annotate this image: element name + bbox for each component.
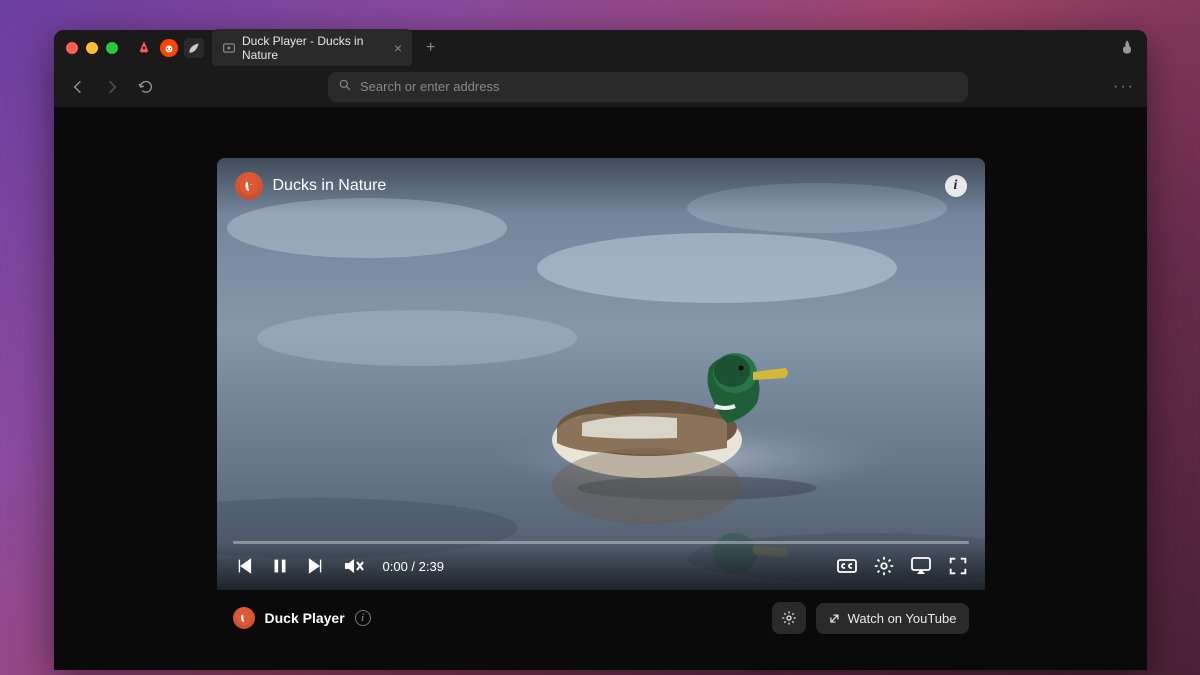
- pinned-site-other[interactable]: [184, 38, 204, 58]
- back-button[interactable]: [66, 75, 90, 99]
- fullscreen-button[interactable]: [947, 555, 969, 577]
- pinned-sites: [134, 38, 204, 58]
- watch-external-label: Watch on YouTube: [848, 611, 957, 626]
- airbnb-icon: [136, 40, 152, 56]
- time-display: 0:00 / 2:39: [383, 559, 444, 574]
- gear-icon: [781, 610, 797, 626]
- active-tab[interactable]: Duck Player - Ducks in Nature ×: [212, 29, 412, 67]
- address-input[interactable]: [360, 79, 958, 94]
- tab-title: Duck Player - Ducks in Nature: [242, 34, 388, 62]
- forward-button[interactable]: [100, 75, 124, 99]
- player-settings-button[interactable]: [772, 602, 806, 634]
- next-button[interactable]: [305, 555, 327, 577]
- page-content: Ducks in Nature i: [54, 108, 1147, 670]
- video-info-button[interactable]: i: [945, 175, 967, 197]
- duration: 2:39: [419, 559, 444, 574]
- airplay-button[interactable]: [909, 554, 933, 578]
- new-tab-button[interactable]: +: [420, 39, 441, 57]
- pinned-site-reddit[interactable]: [160, 39, 178, 57]
- reload-button[interactable]: [134, 75, 158, 99]
- address-bar[interactable]: [328, 72, 968, 102]
- pause-button[interactable]: [269, 555, 291, 577]
- fire-button[interactable]: [1119, 39, 1135, 58]
- close-window-button[interactable]: [66, 42, 78, 54]
- duckduckgo-logo-small-icon: [233, 607, 255, 629]
- video-title: Ducks in Nature: [273, 177, 387, 195]
- video-title-overlay: Ducks in Nature i: [217, 158, 985, 214]
- search-icon: [338, 78, 352, 95]
- window-controls: [66, 42, 118, 54]
- maximize-window-button[interactable]: [106, 42, 118, 54]
- watch-on-youtube-button[interactable]: Watch on YouTube: [816, 603, 969, 634]
- previous-button[interactable]: [233, 555, 255, 577]
- toolbar: ···: [54, 66, 1147, 108]
- minimize-window-button[interactable]: [86, 42, 98, 54]
- current-time: 0:00: [383, 559, 408, 574]
- reddit-icon: [163, 42, 175, 54]
- more-menu-button[interactable]: ···: [1113, 78, 1135, 96]
- leaf-icon: [187, 41, 201, 55]
- titlebar: Duck Player - Ducks in Nature × +: [54, 30, 1147, 66]
- external-link-icon: [828, 611, 842, 625]
- duckduckgo-logo-icon: [235, 172, 263, 200]
- video-still-image: [217, 158, 985, 590]
- tab-favicon-icon: [222, 41, 236, 55]
- settings-button[interactable]: [873, 555, 895, 577]
- captions-button[interactable]: [835, 554, 859, 578]
- video-frame: [217, 158, 985, 590]
- player-info-button[interactable]: i: [355, 610, 371, 626]
- video-controls: 0:00 / 2:39: [217, 541, 985, 590]
- player-footer: Duck Player i Watch on YouTube: [217, 590, 985, 646]
- progress-bar[interactable]: [233, 541, 969, 544]
- mute-button[interactable]: [341, 554, 365, 578]
- pinned-site-airbnb[interactable]: [134, 38, 154, 58]
- player-name-label: Duck Player: [265, 610, 345, 626]
- video-player[interactable]: Ducks in Nature i: [217, 158, 985, 590]
- tab-close-button[interactable]: ×: [394, 40, 402, 56]
- browser-window: Duck Player - Ducks in Nature × + ···: [54, 30, 1147, 670]
- video-player-container: Ducks in Nature i: [217, 158, 985, 646]
